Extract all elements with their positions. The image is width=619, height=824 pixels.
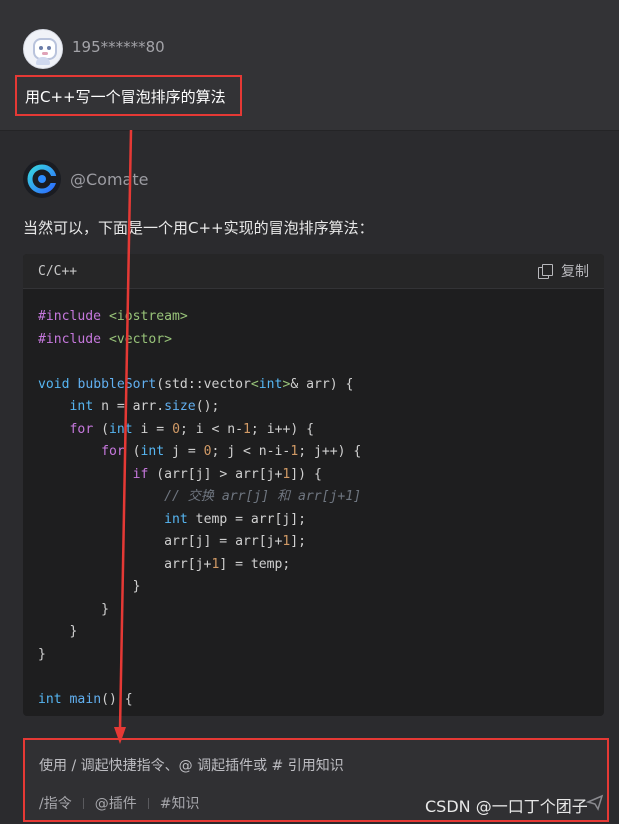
- copy-icon: [538, 263, 553, 279]
- bot-avatar[interactable]: [23, 160, 61, 198]
- comate-logo-icon: [27, 164, 57, 194]
- code-language-label: C/C++: [38, 264, 78, 279]
- code-header: C/C++ 复制: [23, 254, 604, 289]
- user-name: 195******80: [72, 38, 165, 56]
- shortcut-bar: /指令 @插件 #知识: [39, 793, 199, 813]
- bot-intro-text: 当然可以，下面是一个用C++实现的冒泡排序算法：: [23, 219, 374, 237]
- send-icon[interactable]: [586, 793, 604, 811]
- copy-button[interactable]: 复制: [538, 261, 589, 281]
- shortcut-command[interactable]: /指令: [39, 793, 72, 813]
- question-text: 用C++写一个冒泡排序的算法: [25, 88, 226, 106]
- bot-name: @Comate: [70, 170, 149, 189]
- user-avatar[interactable]: [23, 29, 63, 69]
- bot-message: @Comate 当然可以，下面是一个用C++实现的冒泡排序算法： C/C++ 复…: [0, 140, 619, 716]
- user-message: 195******80 用C++写一个冒泡排序的算法: [0, 0, 619, 131]
- shortcut-knowledge[interactable]: #知识: [160, 793, 200, 813]
- shortcut-plugin[interactable]: @插件: [95, 793, 137, 813]
- input-placeholder: 使用 / 调起快捷指令、@ 调起插件或 # 引用知识: [39, 758, 344, 774]
- watermark: CSDN @一口丁个团子: [425, 797, 588, 816]
- code-block: C/C++ 复制 #include <iostream> #include <v…: [23, 254, 604, 716]
- code-content: #include <iostream> #include <vector> vo…: [38, 309, 362, 707]
- copy-label: 复制: [561, 264, 589, 280]
- question-highlight: 用C++写一个冒泡排序的算法: [15, 75, 242, 116]
